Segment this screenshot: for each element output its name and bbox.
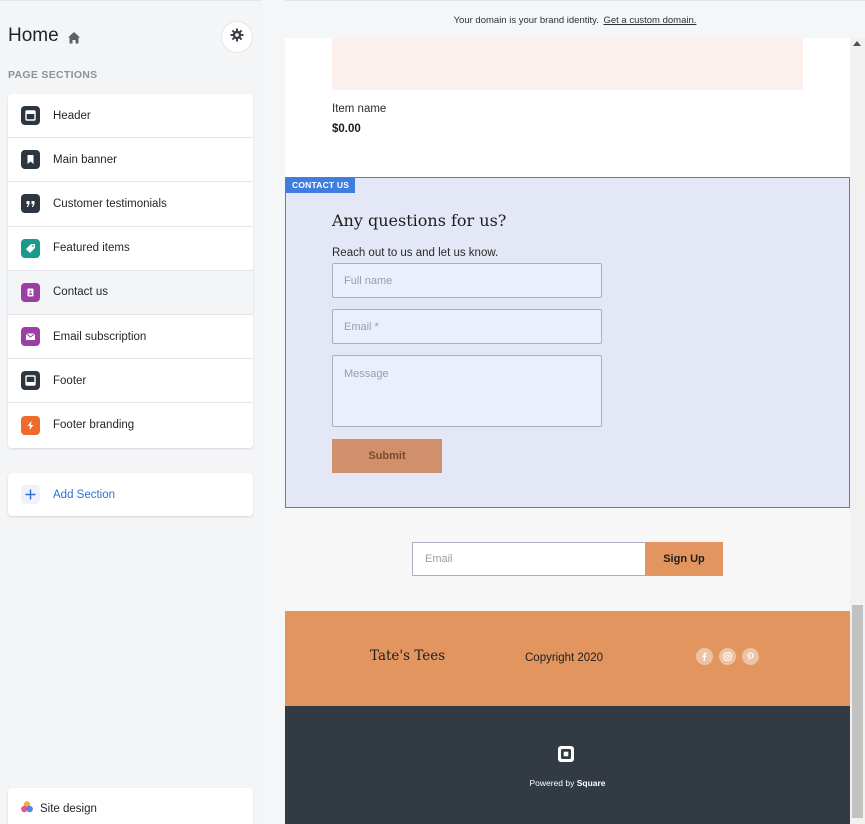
powered-by-text: Powered by Square xyxy=(285,778,850,788)
full-name-field[interactable] xyxy=(332,263,602,298)
sidebar-item-label: Main banner xyxy=(53,153,117,166)
plus-icon xyxy=(21,485,40,504)
item-name[interactable]: Item name xyxy=(332,103,386,115)
message-field[interactable] xyxy=(332,355,602,427)
footer-icon xyxy=(21,371,40,391)
instagram-icon[interactable] xyxy=(719,648,736,665)
sidebar-item-label: Customer testimonials xyxy=(53,197,167,210)
tag-icon xyxy=(21,238,40,258)
contact-heading: Any questions for us? xyxy=(332,211,507,230)
email-subscription-section: Sign Up xyxy=(285,508,850,611)
footer-section: Tate's Tees Copyright 2020 xyxy=(285,611,850,706)
item-price: $0.00 xyxy=(332,123,361,135)
settings-button[interactable] xyxy=(221,21,253,53)
sidebar: Home PAGE SECTIONS Header Main banner Cu… xyxy=(0,0,262,824)
sidebar-item-label: Header xyxy=(53,109,91,122)
gear-icon xyxy=(230,28,244,47)
sidebar-item-footer[interactable]: Footer xyxy=(8,359,253,404)
section-tag: CONTACT US xyxy=(286,178,356,193)
section-list: Header Main banner Customer testimonials… xyxy=(8,94,253,448)
quote-icon xyxy=(21,194,40,214)
sidebar-item-contact-us[interactable]: Contact us xyxy=(8,270,253,315)
sidebar-item-customer-testimonials[interactable]: Customer testimonials xyxy=(8,182,253,227)
copyright-text: Copyright 2020 xyxy=(525,652,603,664)
sidebar-item-label: Email subscription xyxy=(53,330,147,343)
facebook-icon[interactable] xyxy=(696,648,713,665)
pinterest-icon[interactable] xyxy=(742,648,759,665)
page-title: Home xyxy=(8,25,81,47)
contact-icon xyxy=(21,282,40,302)
sidebar-item-header[interactable]: Header xyxy=(8,94,253,139)
contact-subtitle: Reach out to us and let us know. xyxy=(332,247,499,259)
email-field[interactable] xyxy=(332,309,602,344)
domain-banner-text: Your domain is your brand identity. xyxy=(453,15,599,26)
sections-label: PAGE SECTIONS xyxy=(8,69,98,81)
scroll-up-icon[interactable] xyxy=(853,41,861,46)
powered-by-brand: Square xyxy=(576,778,606,788)
preview-scrollbar[interactable] xyxy=(850,38,865,824)
product-image-placeholder[interactable] xyxy=(332,38,803,90)
subscribe-email-input[interactable] xyxy=(412,542,646,576)
scrollbar-thumb[interactable] xyxy=(852,605,863,818)
custom-domain-link[interactable]: Get a custom domain. xyxy=(603,15,696,26)
home-icon xyxy=(67,29,81,44)
footer-branding-section: Powered by Square xyxy=(285,706,850,824)
powered-by-prefix: Powered by xyxy=(529,778,575,788)
sidebar-item-email-subscription[interactable]: Email subscription xyxy=(8,314,253,360)
domain-banner: Your domain is your brand identity. Get … xyxy=(285,0,865,38)
page-title-label: Home xyxy=(8,25,59,46)
sidebar-item-footer-branding[interactable]: Footer branding xyxy=(8,403,253,448)
square-logo-icon xyxy=(557,745,575,763)
bolt-icon xyxy=(21,415,40,435)
sidebar-item-label: Footer xyxy=(53,374,87,387)
sign-up-button[interactable]: Sign Up xyxy=(645,542,723,576)
header-icon xyxy=(21,106,40,126)
bookmark-icon xyxy=(21,150,40,170)
contact-us-section[interactable]: CONTACT US Any questions for us? Reach o… xyxy=(285,177,850,508)
brand-name: Tate's Tees xyxy=(370,648,446,664)
site-design-button[interactable]: Site design xyxy=(8,788,253,824)
sidebar-item-label: Contact us xyxy=(53,286,108,299)
sidebar-item-label: Featured items xyxy=(53,242,130,255)
submit-button[interactable]: Submit xyxy=(332,439,442,473)
mail-icon xyxy=(21,327,40,347)
add-section-button[interactable]: Add Section xyxy=(8,473,253,516)
sidebar-item-main-banner[interactable]: Main banner xyxy=(8,138,253,183)
palette-icon xyxy=(20,800,34,819)
site-design-label: Site design xyxy=(40,803,97,815)
add-section-label: Add Section xyxy=(53,488,116,501)
sidebar-item-label: Footer branding xyxy=(53,419,135,432)
sidebar-item-featured-items[interactable]: Featured items xyxy=(8,226,253,271)
site-preview: Item name $0.00 CONTACT US Any questions… xyxy=(285,38,850,824)
